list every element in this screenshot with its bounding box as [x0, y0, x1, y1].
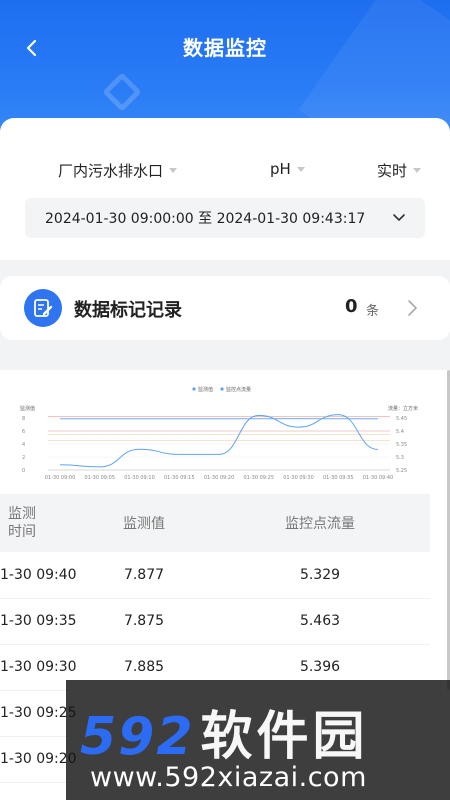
- y-tick-right: 5.25: [396, 468, 407, 474]
- y-tick-right: 5.45: [396, 416, 407, 422]
- col-header-flow: 监控点流量: [210, 494, 430, 552]
- cell-time: 1-30 09:40: [0, 552, 78, 599]
- filter-bar: 厂内污水排水口 pH 实时: [0, 160, 450, 186]
- y-tick-left: 2: [22, 455, 25, 461]
- x-tick-label: 01-30 09:20: [204, 475, 235, 481]
- cell-time: 1-30 09:35: [0, 598, 78, 645]
- parameter-select[interactable]: pH: [270, 160, 305, 178]
- cell-flow: 5.463: [210, 598, 430, 645]
- y-tick-right: 5.4: [396, 429, 404, 435]
- legend-marker: [192, 387, 196, 391]
- chevron-down-icon: [393, 214, 405, 221]
- filter-card: 厂内污水排水口 pH 实时 2024-01-30 09:00:00 至 2024…: [0, 118, 450, 260]
- watermark: 592 软件园 www.592xiazai.com: [66, 680, 450, 800]
- x-tick-label: 01-30 09:05: [84, 475, 115, 481]
- record-count-unit: 条: [366, 304, 380, 319]
- watermark-logo-text: 软件园: [200, 707, 369, 767]
- legend-marker: [220, 387, 224, 391]
- table-row[interactable]: 1-30 09:40 7.877 5.329: [0, 552, 430, 599]
- page-title: 数据监控: [183, 36, 267, 60]
- legend-label: 监测值: [198, 386, 213, 393]
- cell-value: 7.877: [78, 552, 210, 599]
- y-tick-left: 4: [22, 442, 25, 448]
- watermark-logo-number: 592: [80, 707, 195, 767]
- record-title: 数据标记记录: [74, 300, 182, 321]
- col-header-time-label: 监测 时间: [8, 506, 36, 540]
- mode-select[interactable]: 实时: [377, 160, 422, 181]
- mode-select-label: 实时: [377, 162, 408, 180]
- record-count: 0: [345, 296, 358, 317]
- y-axis-left-label: 监测值: [20, 405, 35, 412]
- date-range-picker[interactable]: 2024-01-30 09:00:00 至 2024-01-30 09:43:1…: [25, 198, 425, 238]
- col-header-time: 监测 时间: [0, 494, 78, 552]
- y-tick-right: 5.3: [396, 455, 404, 461]
- cell-flow: 5.329: [210, 552, 430, 599]
- x-tick-label: 01-30 09:30: [283, 475, 314, 481]
- x-tick-label: 01-30 09:35: [323, 475, 354, 481]
- chevron-right-icon: [408, 300, 417, 316]
- date-range-text: 2024-01-30 09:00:00 至 2024-01-30 09:43:1…: [45, 211, 366, 227]
- x-tick-label: 01-30 09:10: [124, 475, 155, 481]
- table-row[interactable]: 1-30 09:35 7.875 5.463: [0, 598, 430, 645]
- x-tick-label: 01-30 09:00: [45, 475, 76, 481]
- y-axis-right-label: 流量：立方米: [388, 405, 418, 412]
- data-monitor-page: 数据监控 厂内污水排水口 pH 实时 2024-01-30 09:00:00 至…: [0, 0, 450, 800]
- outlet-select-label: 厂内污水排水口: [58, 162, 164, 180]
- col-header-value: 监测值: [78, 494, 210, 552]
- outlet-select[interactable]: 厂内污水排水口: [58, 160, 178, 181]
- watermark-url: www.592xiazai.com: [90, 762, 367, 793]
- header-decoration: [102, 72, 142, 112]
- legend-label: 监控点流量: [226, 386, 251, 393]
- y-tick-left: 0: [22, 468, 25, 474]
- monitor-chart: 监测值 监控点流量 监测值 流量：立方米 0 2 4 6 8 5.25 5.3 5.35 5.4 5.45…: [18, 380, 418, 498]
- y-tick-right: 5.35: [396, 442, 407, 448]
- chart-svg: 监测值 监控点流量监测值 流量：立方米024685.255.35.355.45.45…: [20, 386, 418, 481]
- data-mark-record-row[interactable]: 数据标记记录 0 条: [0, 276, 450, 340]
- table-header-row: 监测 时间 监测值 监控点流量: [0, 494, 430, 552]
- x-tick-label: 01-30 09:40: [363, 475, 394, 481]
- caret-down-icon: [169, 168, 178, 173]
- watermark-logo: 592 软件园: [80, 694, 369, 769]
- x-tick-label: 01-30 09:25: [243, 475, 274, 481]
- caret-down-icon: [296, 166, 305, 172]
- y-tick-left: 8: [22, 416, 25, 422]
- cell-value: 7.875: [78, 598, 210, 645]
- y-tick-left: 6: [22, 429, 25, 435]
- edit-note-icon: [24, 289, 62, 327]
- caret-down-icon: [413, 168, 422, 173]
- parameter-select-label: pH: [270, 160, 291, 178]
- x-tick-label: 01-30 09:15: [164, 475, 195, 481]
